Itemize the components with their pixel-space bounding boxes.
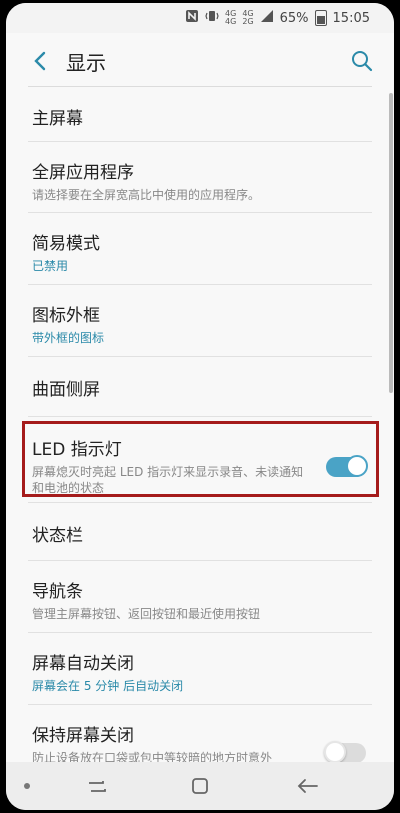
setting-label: 屏幕自动关闭 [32,654,134,674]
setting-label: 简易模式 [32,234,100,254]
network-indicator-2: 4G 2G [242,10,253,26]
setting-label: 保持屏幕关闭 [32,726,134,746]
home-button[interactable] [183,772,217,800]
search-icon [352,51,373,72]
screen: 4G 4G 4G 2G 65% 15:05 显示 主屏幕 全屏应用程序 请选择要… [6,3,394,810]
setting-label: 全屏应用程序 [32,163,134,183]
back-button[interactable] [22,43,58,79]
setting-label: 主屏幕 [32,109,83,129]
signal-icon [260,9,274,27]
setting-label: 导航条 [32,582,83,602]
title-bar: 显示 [6,33,394,89]
setting-label: 状态栏 [32,526,83,546]
back-nav-button[interactable] [291,772,325,800]
settings-list: 主屏幕 全屏应用程序 请选择要在全屏宽高比中使用的应用程序。 简易模式 已禁用 … [6,87,394,775]
setting-led-indicator[interactable]: LED 指示灯 屏幕熄灭时亮起 LED 指示灯来显示录音、未读通知和电池的状态 [6,417,394,503]
navigation-bar [6,762,394,810]
setting-label: 图标外框 [32,306,100,326]
toggle-knob [324,741,346,763]
setting-summary: 屏幕熄灭时亮起 LED 指示灯来显示录音、未读通知和电池的状态 [32,465,304,495]
setting-screen-timeout[interactable]: 屏幕自动关闭 屏幕会在 5 分钟 后自动关闭 [6,633,394,705]
scrollbar[interactable] [389,93,393,393]
search-button[interactable] [344,43,380,79]
phone-frame: 4G 4G 4G 2G 65% 15:05 显示 主屏幕 全屏应用程序 请选择要… [0,0,400,813]
status-icons: 4G 4G 4G 2G 65% 15:05 [185,9,370,27]
keep-screen-off-toggle[interactable] [324,741,366,763]
setting-summary: 已禁用 [32,259,69,273]
keyboard-dot-icon[interactable] [24,783,30,789]
vibrate-icon [205,9,219,27]
setting-fullscreen-apps[interactable]: 全屏应用程序 请选择要在全屏宽高比中使用的应用程序。 [6,142,394,213]
network-indicator-1: 4G 4G [225,10,236,26]
page-title: 显示 [66,51,106,75]
setting-label: LED 指示灯 [32,440,122,460]
toggle-knob [346,455,368,477]
chevron-left-icon [34,51,46,71]
battery-icon [314,10,327,26]
back-arrow-icon [297,779,318,793]
status-bar: 4G 4G 4G 2G 65% 15:05 [6,3,394,33]
network-bottom-label: 4G [225,17,237,26]
setting-edge-screen[interactable]: 曲面侧屏 [6,357,394,417]
network-bottom2-label: 2G [242,17,254,26]
setting-easy-mode[interactable]: 简易模式 已禁用 [6,213,394,285]
setting-home-screen[interactable]: 主屏幕 [6,87,394,142]
led-indicator-toggle[interactable] [326,455,368,477]
setting-summary: 请选择要在全屏宽高比中使用的应用程序。 [32,188,261,202]
clock: 15:05 [332,10,370,26]
battery-percent: 65% [279,10,309,26]
setting-summary: 屏幕会在 5 分钟 后自动关闭 [32,679,184,693]
setting-summary: 管理主屏幕按钮、返回按钮和最近使用按钮 [32,607,261,621]
setting-status-bar[interactable]: 状态栏 [6,503,394,561]
setting-icon-frames[interactable]: 图标外框 带外框的图标 [6,285,394,357]
setting-navigation-bar[interactable]: 导航条 管理主屏幕按钮、返回按钮和最近使用按钮 [6,561,394,633]
nfc-icon [185,9,199,27]
recents-icon [89,781,106,792]
setting-summary: 带外框的图标 [32,331,105,345]
setting-label: 曲面侧屏 [32,380,100,400]
home-icon [192,778,208,794]
recents-button[interactable] [80,772,114,800]
